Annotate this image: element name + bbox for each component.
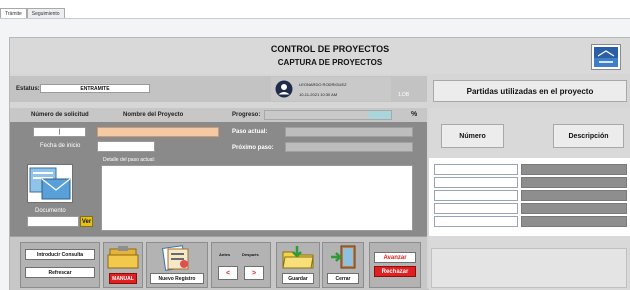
descripcion-button[interactable]: Descripción bbox=[553, 124, 624, 148]
page-subtitle: CAPTURA DE PROYECTOS bbox=[277, 58, 383, 67]
user-avatar-icon bbox=[275, 80, 293, 98]
despues-label: Después bbox=[242, 252, 259, 257]
percent-label: % bbox=[411, 111, 418, 118]
grid-descripcion-cell[interactable] bbox=[521, 203, 627, 214]
grid-numero-cell[interactable] bbox=[434, 164, 518, 175]
fecha-label: Fecha de inicio bbox=[40, 143, 81, 149]
fecha-input[interactable] bbox=[97, 141, 155, 152]
manual-icon[interactable] bbox=[106, 246, 140, 270]
introducir-consulta-button[interactable]: Introducir Consulta bbox=[25, 249, 95, 260]
proyecto-header: Nombre del Proyecto bbox=[123, 112, 184, 118]
nuevo-registro-icon[interactable] bbox=[162, 245, 192, 271]
grid-descripcion-cell[interactable] bbox=[521, 216, 627, 227]
tab-seguimiento[interactable]: Seguimiento bbox=[26, 8, 65, 18]
grid-descripcion-cell[interactable] bbox=[521, 190, 627, 201]
previous-button[interactable]: < bbox=[218, 266, 238, 280]
progreso-label: Progreso: bbox=[232, 112, 261, 118]
solicitud-input[interactable]: | bbox=[33, 127, 86, 137]
next-button[interactable]: > bbox=[244, 266, 264, 280]
paso-actual-label: Paso actual: bbox=[232, 129, 268, 135]
progress-fill bbox=[369, 111, 391, 119]
grid-descripcion-cell[interactable] bbox=[521, 164, 627, 175]
documento-input[interactable] bbox=[27, 216, 79, 227]
detalle-textarea[interactable] bbox=[101, 165, 413, 231]
guardar-icon[interactable] bbox=[281, 244, 315, 270]
partidas-footer bbox=[431, 248, 627, 288]
navigation-group bbox=[211, 242, 271, 288]
numero-button[interactable]: Número bbox=[441, 124, 504, 148]
refrescar-button[interactable]: Refrescar bbox=[25, 267, 95, 278]
solicitud-header: Número de solicitud bbox=[31, 112, 89, 118]
proyecto-input[interactable] bbox=[97, 127, 219, 137]
version-label: 1.DB bbox=[398, 92, 410, 98]
page-title: CONTROL DE PROYECTOS bbox=[270, 44, 390, 54]
paso-actual-field[interactable] bbox=[285, 127, 413, 137]
document-icon bbox=[27, 164, 73, 203]
workflow-group bbox=[369, 242, 421, 288]
tab-bar: Trámite Seguimiento bbox=[0, 8, 65, 18]
progress-bar bbox=[264, 110, 392, 120]
app-logo bbox=[591, 44, 621, 70]
manual-button[interactable]: MANUAL bbox=[109, 273, 137, 284]
proximo-paso-field[interactable] bbox=[285, 142, 413, 152]
rechazar-button[interactable]: Rechazar bbox=[374, 266, 416, 277]
grid-numero-cell[interactable] bbox=[434, 177, 518, 188]
status-label: Estatus: bbox=[16, 86, 40, 92]
grid-numero-cell[interactable] bbox=[434, 216, 518, 227]
partidas-title: Partidas utilizadas en el proyecto bbox=[433, 80, 627, 102]
user-name: LEONARDO RODRIGUEZ bbox=[299, 82, 347, 87]
cerrar-button[interactable]: Cerrar bbox=[327, 273, 359, 284]
avanzar-button[interactable]: Avanzar bbox=[374, 252, 416, 263]
proximo-paso-label: Próximo paso: bbox=[232, 145, 274, 151]
user-datetime: 10-11-2021 10:30 AM bbox=[299, 92, 338, 97]
detalle-label: Detalle del paso actual: bbox=[103, 157, 155, 163]
exit-door-icon[interactable] bbox=[329, 244, 357, 270]
nuevo-registro-button[interactable]: Nuevo Registro bbox=[150, 273, 204, 284]
grid-descripcion-cell[interactable] bbox=[521, 177, 627, 188]
tab-tramite[interactable]: Trámite bbox=[0, 8, 27, 18]
guardar-button[interactable]: Guardar bbox=[282, 273, 314, 284]
documento-label: Documento bbox=[35, 208, 66, 214]
ver-button[interactable]: Ver bbox=[80, 216, 93, 227]
status-field: ENTRAMITE bbox=[40, 84, 150, 93]
antes-label: Antes bbox=[219, 252, 231, 257]
grid-numero-cell[interactable] bbox=[434, 203, 518, 214]
grid-numero-cell[interactable] bbox=[434, 190, 518, 201]
